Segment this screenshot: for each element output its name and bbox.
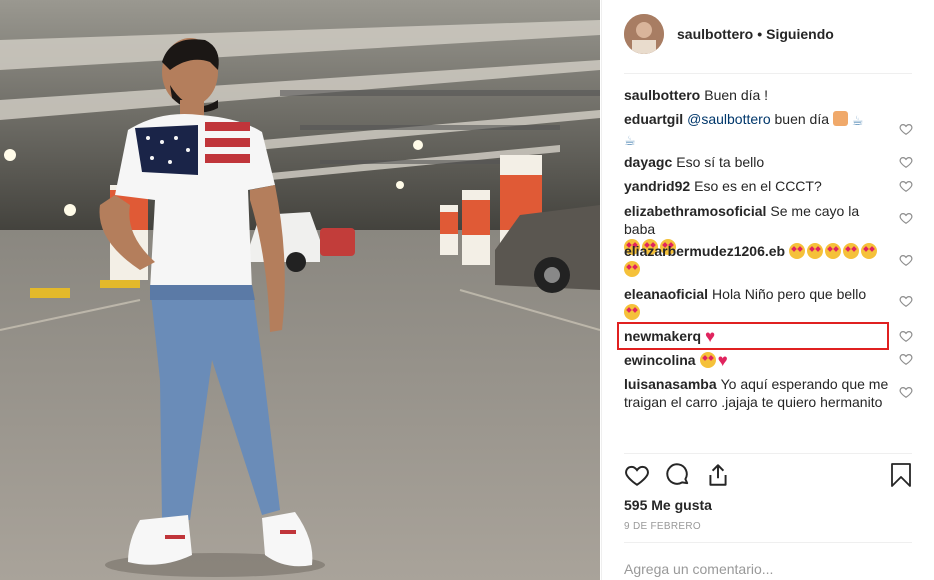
comment-text: Buen día ! [704, 87, 769, 103]
comment-item: ewincolina ♥ [624, 351, 894, 369]
comment-username[interactable]: eduartgil [624, 111, 683, 127]
heart-eyes-emoji-icon [825, 243, 842, 259]
like-comment-heart-icon[interactable] [899, 155, 913, 169]
post-sidebar: saulbottero • Siguiendo saulbottero Buen … [601, 0, 934, 580]
comment-item: eleanaoficial Hola Niño pero que bello [624, 285, 894, 321]
comment-text: Hola Niño pero que bello [712, 286, 867, 302]
like-comment-heart-icon[interactable] [899, 211, 913, 225]
comment-item: eduartgil @saulbottero buen día ☕ ☕ [624, 110, 894, 150]
action-bar [624, 462, 914, 488]
like-comment-heart-icon[interactable] [899, 122, 913, 136]
comment-item: newmakerq ♥ [624, 327, 894, 345]
avatar[interactable] [624, 14, 664, 54]
raising-hand-emoji-icon [832, 111, 848, 126]
comment-mention[interactable]: @saulbottero [687, 111, 770, 127]
comment-username[interactable]: eliazarbermudez1206.eb [624, 243, 785, 259]
post-photo[interactable] [0, 0, 600, 580]
heart-eyes-emoji-icon [624, 261, 640, 277]
comment-username[interactable]: elizabethramosoficial [624, 203, 766, 219]
like-comment-heart-icon[interactable] [899, 294, 913, 308]
parking-garage-photo [0, 0, 600, 580]
comment-bubble-icon[interactable] [665, 462, 691, 488]
comment-username[interactable]: ewincolina [624, 352, 696, 368]
author-username[interactable]: saulbottero [677, 26, 753, 42]
comment-item: eliazarbermudez1206.eb [624, 242, 894, 278]
heart-eyes-emoji-icon [861, 243, 878, 259]
like-count[interactable]: 595 Me gusta [624, 497, 712, 513]
like-comment-heart-icon[interactable] [899, 385, 913, 399]
like-comment-heart-icon[interactable] [899, 329, 913, 343]
share-upload-icon[interactable] [705, 462, 731, 488]
like-comment-heart-icon[interactable] [899, 352, 913, 366]
comment-item: yandrid92 Eso es en el CCCT? [624, 177, 894, 195]
heart-eyes-emoji-icon [699, 352, 716, 368]
bookmark-save-icon[interactable] [890, 462, 912, 488]
post-date: 9 DE FEBRERO [624, 521, 701, 532]
post-header: saulbottero • Siguiendo [624, 13, 834, 55]
like-heart-icon[interactable] [624, 462, 650, 488]
heart-eyes-emoji-icon [807, 243, 824, 259]
comment-username[interactable]: eleanaoficial [624, 286, 708, 302]
comment-text: buen día [774, 111, 830, 127]
red-heart-emoji-icon: ♥ [717, 351, 728, 370]
coffee-cup-emoji-icon: ☕ [624, 133, 636, 148]
comment-username[interactable]: yandrid92 [624, 178, 690, 194]
caption: saulbottero Buen día ! [624, 86, 894, 104]
red-heart-emoji-icon: ♥ [705, 327, 716, 346]
comment-text: Eso es en el CCCT? [694, 178, 822, 194]
comment-item: luisanasamba Yo aquí esperando que me tra… [624, 375, 894, 411]
like-comment-heart-icon[interactable] [899, 179, 913, 193]
divider [624, 542, 912, 543]
coffee-cup-emoji-icon: ☕ [851, 113, 864, 128]
heart-eyes-emoji-icon [789, 243, 806, 259]
comment-username[interactable]: dayagc [624, 154, 672, 170]
heart-eyes-emoji-icon [843, 243, 860, 259]
comment-username[interactable]: luisanasamba [624, 376, 717, 392]
comment-username[interactable]: newmakerq [624, 328, 701, 344]
heart-eyes-emoji-icon [624, 304, 640, 320]
comment-username[interactable]: saulbottero [624, 87, 700, 103]
divider [624, 453, 912, 454]
add-comment-input[interactable]: Agrega un comentario... [624, 561, 773, 577]
comment-item: dayagc Eso sí ta bello [624, 153, 894, 171]
like-comment-heart-icon[interactable] [899, 253, 913, 267]
divider [624, 73, 912, 74]
header-separator: • [757, 26, 763, 42]
comment-text: Eso sí ta bello [676, 154, 765, 170]
following-button[interactable]: Siguiendo [766, 26, 834, 42]
